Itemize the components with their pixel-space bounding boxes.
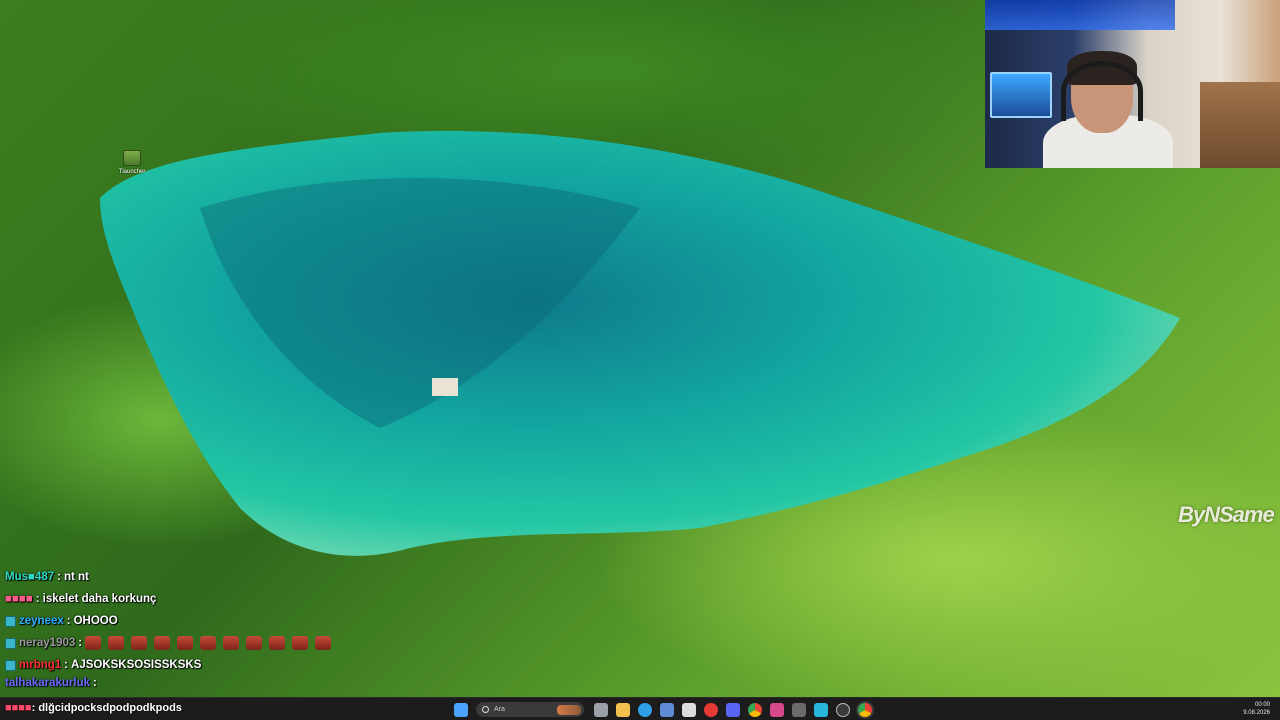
chat-message: ■■■■: iskelet daha korkunç — [5, 593, 157, 605]
subscriber-badge-icon — [5, 637, 16, 649]
search-highlight-image — [557, 704, 581, 715]
file-explorer-icon[interactable] — [616, 702, 630, 717]
chat-message: zeyneex: OHOOO — [5, 610, 475, 632]
chat-username: Mus■487 — [5, 571, 55, 583]
chat-username: talhakarakurluk — [5, 677, 91, 689]
desktop-shortcut-tlauncher[interactable]: Tlauncher — [114, 150, 150, 175]
gallery-icon[interactable] — [770, 702, 784, 717]
search-icon — [482, 706, 489, 713]
discord-icon[interactable] — [726, 702, 740, 717]
clock-time: 00:00 — [1254, 702, 1270, 708]
webcam-overlay — [985, 0, 1280, 168]
chat-text: AJSOKSKSOSISSKSKS — [71, 659, 202, 671]
channel-watermark: ByNSame — [1178, 502, 1275, 527]
task-view-icon[interactable] — [594, 702, 608, 717]
subscriber-badge-icon — [5, 615, 16, 627]
chat-username: zeyneex — [19, 615, 64, 627]
stream-chat: Mus■487: nt nt ■■■■: iskelet daha korkunç … — [5, 566, 475, 690]
emote-icon — [269, 636, 286, 650]
chat-username: neray1903 — [19, 637, 76, 649]
red-app-icon[interactable] — [704, 702, 718, 717]
ticker-username: ■■■■ — [5, 702, 32, 714]
obs-icon[interactable] — [836, 702, 850, 717]
search-placeholder: Ara — [494, 706, 505, 713]
terminal-icon[interactable] — [792, 702, 806, 717]
chrome-icon[interactable] — [748, 702, 762, 717]
emote-icon — [177, 636, 194, 650]
chrome-active-icon[interactable] — [858, 702, 872, 717]
lake-image — [100, 130, 1180, 556]
edge-browser-icon[interactable] — [638, 702, 652, 717]
emote-icon — [200, 636, 217, 650]
emote-icon — [315, 636, 332, 650]
system-clock[interactable]: 00:00 9.08.2026 — [1243, 701, 1270, 717]
chat-username: ■■■■ — [5, 593, 33, 605]
subscriber-badge-icon — [5, 659, 16, 671]
ticker-text: dlğcidpocksdpodpodkpods — [38, 702, 182, 714]
chat-message: mrbng1: AJSOKSKSOSISSKSKS — [5, 654, 475, 676]
chat-username: mrbng1 — [19, 659, 62, 671]
taskbar-apps: Ara — [454, 701, 880, 718]
calendar-icon[interactable] — [682, 702, 696, 717]
emote-icon — [131, 636, 148, 650]
minecraft-block-icon — [123, 150, 141, 166]
chat-ticker: ■■■■: dlğcidpocksdpodpodkpods — [5, 702, 182, 714]
emote-icon — [223, 636, 240, 650]
taskbar-search[interactable]: Ara — [476, 702, 584, 717]
headset-icon — [1061, 61, 1143, 121]
chat-message: Mus■487: nt nt — [5, 571, 89, 583]
emote-icon — [292, 636, 309, 650]
streamer-figure — [1043, 51, 1173, 168]
chat-message: talhakarakurluk: — [5, 677, 97, 689]
emote-icon — [85, 636, 102, 650]
chat-text: nt nt — [63, 571, 89, 583]
pixel-app-icon[interactable] — [814, 702, 828, 717]
windows-start-icon[interactable] — [454, 702, 468, 717]
ms-store-icon[interactable] — [660, 702, 674, 717]
emote-icon — [108, 636, 125, 650]
emote-icon — [154, 636, 171, 650]
clock-date: 9.08.2026 — [1243, 710, 1270, 716]
chat-text: iskelet daha korkunç — [42, 593, 157, 605]
taskbar: ■■■■: dlğcidpocksdpodpodkpods Ara 00:00 … — [0, 697, 1280, 720]
chat-message: neray1903: — [5, 632, 475, 654]
desktop-shortcut-label: Tlauncher — [118, 169, 146, 175]
emote-icon — [246, 636, 263, 650]
chat-text: OHOOO — [73, 615, 118, 627]
